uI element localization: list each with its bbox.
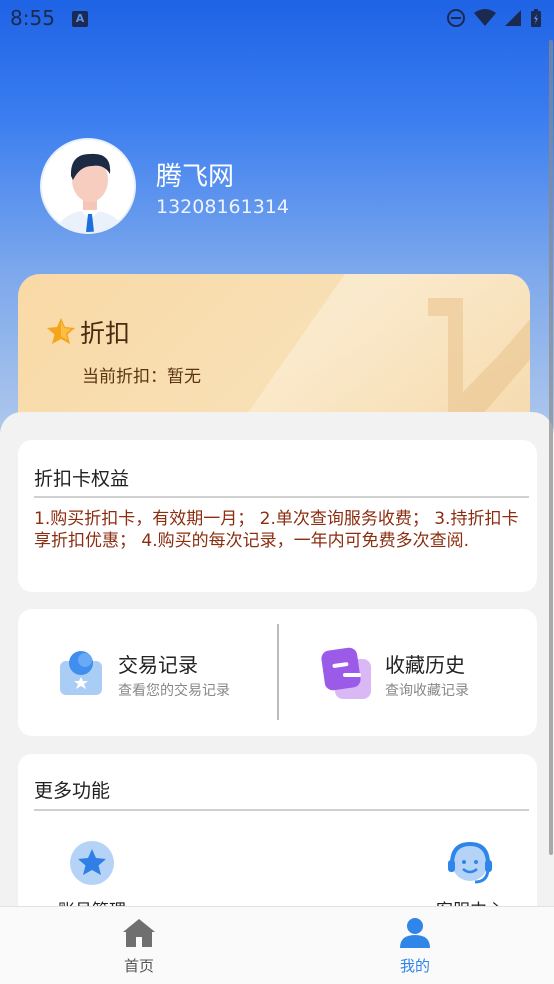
bottom-tab-bar: 首页 我的 bbox=[0, 906, 554, 984]
user-phone: 13208161314 bbox=[156, 196, 289, 218]
trade-record-label: 交易记录 bbox=[118, 653, 198, 677]
wifi-icon bbox=[474, 9, 496, 26]
favorites-history-label: 收藏历史 bbox=[385, 653, 465, 677]
home-icon bbox=[123, 919, 155, 947]
trade-record-icon bbox=[60, 651, 102, 695]
user-name: 腾飞网 bbox=[156, 162, 235, 192]
records-card: 交易记录 查看您的交易记录 收藏历史 查询收藏记录 bbox=[18, 609, 537, 736]
discount-card[interactable]: 折扣 当前折扣：暂无 bbox=[18, 274, 530, 434]
tab-mine[interactable]: 我的 bbox=[375, 917, 455, 976]
discount-current: 当前折扣：暂无 bbox=[82, 367, 201, 387]
benefits-title: 折扣卡权益 bbox=[34, 468, 130, 490]
benefits-divider bbox=[34, 496, 529, 498]
trade-record-sub: 查看您的交易记录 bbox=[118, 683, 230, 699]
more-functions-divider bbox=[34, 809, 529, 811]
battery-icon bbox=[531, 9, 541, 27]
benefits-card: 折扣卡权益 1.购买折扣卡，有效期一月； 2.单次查询服务收费； 3.持折扣卡享… bbox=[18, 440, 537, 592]
favorites-history-sub: 查询收藏记录 bbox=[385, 683, 469, 699]
do-not-disturb-icon bbox=[447, 9, 465, 27]
favorites-history-button[interactable]: 收藏历史 查询收藏记录 bbox=[279, 609, 538, 736]
card-logo-watermark bbox=[428, 298, 530, 414]
favorites-history-icon bbox=[321, 647, 371, 699]
user-profile-icon bbox=[400, 918, 430, 948]
scrollbar[interactable] bbox=[549, 40, 553, 855]
tab-home[interactable]: 首页 bbox=[99, 917, 179, 976]
benefits-text: 1.购买折扣卡，有效期一月； 2.单次查询服务收费； 3.持折扣卡享折扣优惠； … bbox=[34, 509, 519, 551]
discount-title: 折扣 bbox=[80, 319, 131, 348]
signal-icon bbox=[505, 10, 521, 26]
status-time: 8:55 bbox=[10, 6, 55, 30]
notification-icon: A bbox=[72, 11, 88, 27]
avatar-person-icon bbox=[42, 140, 134, 232]
more-functions-title: 更多功能 bbox=[34, 780, 111, 802]
tab-home-label: 首页 bbox=[123, 957, 154, 975]
tab-mine-label: 我的 bbox=[399, 957, 430, 975]
trade-record-button[interactable]: 交易记录 查看您的交易记录 bbox=[18, 609, 277, 736]
star-icon bbox=[47, 318, 75, 344]
headset-icon bbox=[448, 841, 492, 884]
status-bar: 8:55 A bbox=[0, 0, 554, 38]
user-avatar[interactable] bbox=[40, 138, 136, 234]
account-star-icon bbox=[70, 841, 114, 885]
status-icons bbox=[446, 8, 542, 28]
